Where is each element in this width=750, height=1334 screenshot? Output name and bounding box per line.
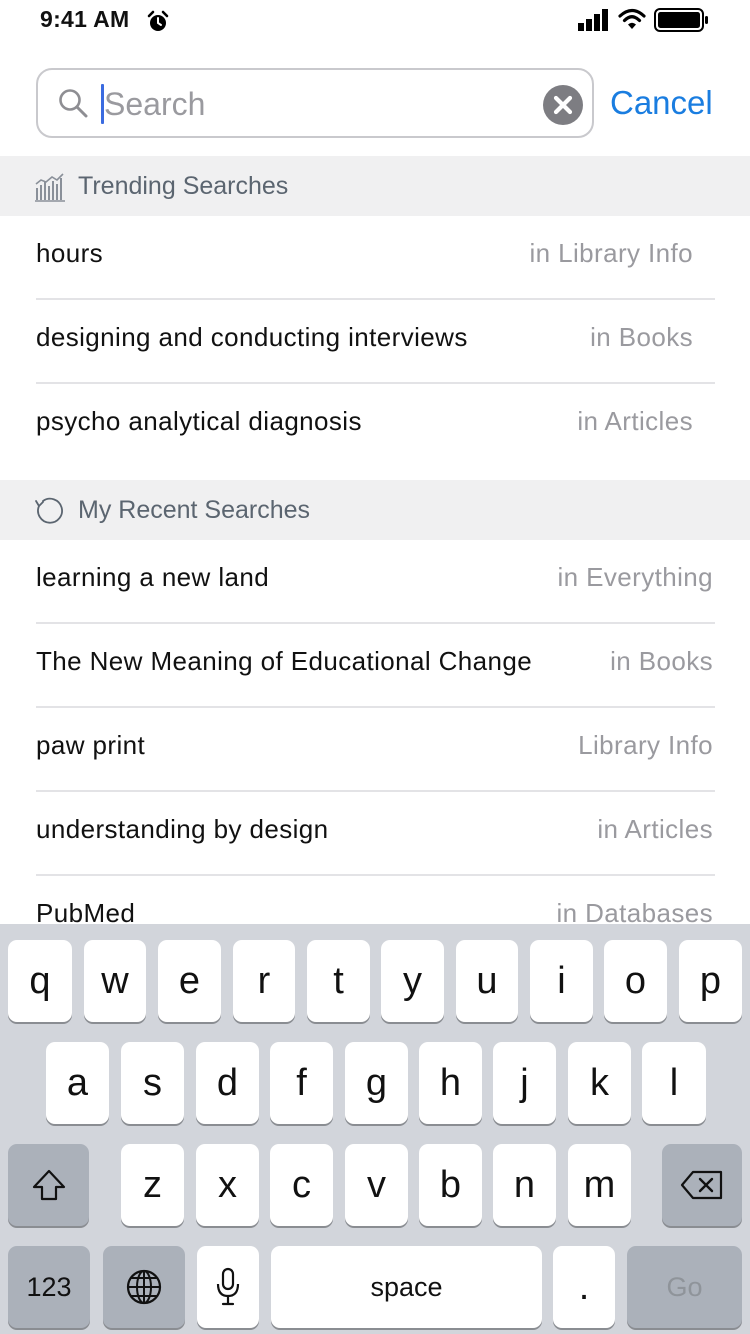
trending-searches-header: Trending Searches xyxy=(0,156,750,216)
key-c[interactable]: c xyxy=(270,1144,333,1226)
search-icon xyxy=(59,89,88,118)
globe-icon xyxy=(126,1269,162,1305)
alarm-icon xyxy=(147,10,169,31)
delete-key[interactable] xyxy=(662,1144,742,1226)
search-term: hours xyxy=(36,238,104,268)
search-term: learning a new land xyxy=(36,562,270,592)
history-icon xyxy=(35,497,63,524)
period-key[interactable]: . xyxy=(553,1246,615,1328)
key-l[interactable]: l xyxy=(642,1042,706,1124)
key-w[interactable]: w xyxy=(84,940,146,1022)
numbers-key[interactable]: 123 xyxy=(8,1246,90,1328)
key-g[interactable]: g xyxy=(345,1042,408,1124)
search-scope: in Library Info xyxy=(529,238,693,268)
search-term: The New Meaning of Educational Change xyxy=(36,646,533,676)
go-key[interactable]: Go xyxy=(627,1246,742,1328)
key-r[interactable]: r xyxy=(233,940,295,1022)
search-scope: in Articles xyxy=(577,406,693,436)
key-z[interactable]: z xyxy=(121,1144,184,1226)
search-scope: in Books xyxy=(610,646,713,676)
key-e[interactable]: e xyxy=(158,940,221,1022)
status-time: 9:41 AM xyxy=(40,6,130,32)
key-v[interactable]: v xyxy=(345,1144,408,1226)
search-scope: in Everything xyxy=(557,562,713,592)
key-j[interactable]: j xyxy=(493,1042,556,1124)
key-u[interactable]: u xyxy=(456,940,518,1022)
search-scope: in Articles xyxy=(597,814,713,844)
keyboard: q w e r t y u i o p a s d f g h j k l z … xyxy=(0,924,750,1334)
key-h[interactable]: h xyxy=(419,1042,482,1124)
key-b[interactable]: b xyxy=(419,1144,482,1226)
microphone-icon xyxy=(216,1267,240,1306)
search-term: designing and conducting interviews xyxy=(36,322,468,352)
recent-row[interactable]: learning a new land in Everything xyxy=(0,540,750,624)
key-y[interactable]: y xyxy=(381,940,444,1022)
status-bar: 9:41 AM xyxy=(0,0,750,40)
key-s[interactable]: s xyxy=(121,1042,184,1124)
search-term: psycho analytical diagnosis xyxy=(36,406,362,436)
search-term: paw print xyxy=(36,730,146,760)
key-i[interactable]: i xyxy=(530,940,593,1022)
wifi-icon xyxy=(618,8,646,29)
trending-chart-icon xyxy=(35,173,65,202)
key-p[interactable]: p xyxy=(679,940,742,1022)
trending-row[interactable]: designing and conducting interviews in B… xyxy=(0,300,750,384)
search-scope: in Books xyxy=(590,322,693,352)
dictation-key[interactable] xyxy=(197,1246,259,1328)
shift-key[interactable] xyxy=(8,1144,89,1226)
shift-icon xyxy=(32,1169,65,1201)
recent-row[interactable]: The New Meaning of Educational Change in… xyxy=(0,624,750,708)
key-o[interactable]: o xyxy=(604,940,667,1022)
trending-row[interactable]: psycho analytical diagnosis in Articles xyxy=(0,384,750,468)
search-input[interactable] xyxy=(104,82,524,126)
clear-icon[interactable] xyxy=(542,84,584,126)
trending-searches-title: Trending Searches xyxy=(78,172,289,200)
key-x[interactable]: x xyxy=(196,1144,259,1226)
key-t[interactable]: t xyxy=(307,940,370,1022)
trending-row[interactable]: hours in Library Info xyxy=(0,216,750,300)
key-d[interactable]: d xyxy=(196,1042,259,1124)
space-key[interactable]: space xyxy=(271,1246,542,1328)
recent-searches-title: My Recent Searches xyxy=(78,496,311,524)
key-a[interactable]: a xyxy=(46,1042,109,1124)
battery-icon xyxy=(654,8,708,32)
search-term: understanding by design xyxy=(36,814,329,844)
globe-key[interactable] xyxy=(103,1246,185,1328)
key-k[interactable]: k xyxy=(568,1042,631,1124)
key-q[interactable]: q xyxy=(8,940,72,1022)
search-scope: Library Info xyxy=(578,730,713,760)
signal-icon xyxy=(578,9,608,31)
recent-searches-header: My Recent Searches xyxy=(0,480,750,540)
recent-row[interactable]: understanding by design in Articles xyxy=(0,792,750,876)
backspace-icon xyxy=(680,1170,723,1200)
key-m[interactable]: m xyxy=(568,1144,631,1226)
key-n[interactable]: n xyxy=(493,1144,556,1226)
recent-row[interactable]: paw print Library Info xyxy=(0,708,750,792)
cancel-button[interactable]: Cancel xyxy=(610,84,713,122)
key-f[interactable]: f xyxy=(270,1042,333,1124)
search-box[interactable] xyxy=(36,68,594,138)
